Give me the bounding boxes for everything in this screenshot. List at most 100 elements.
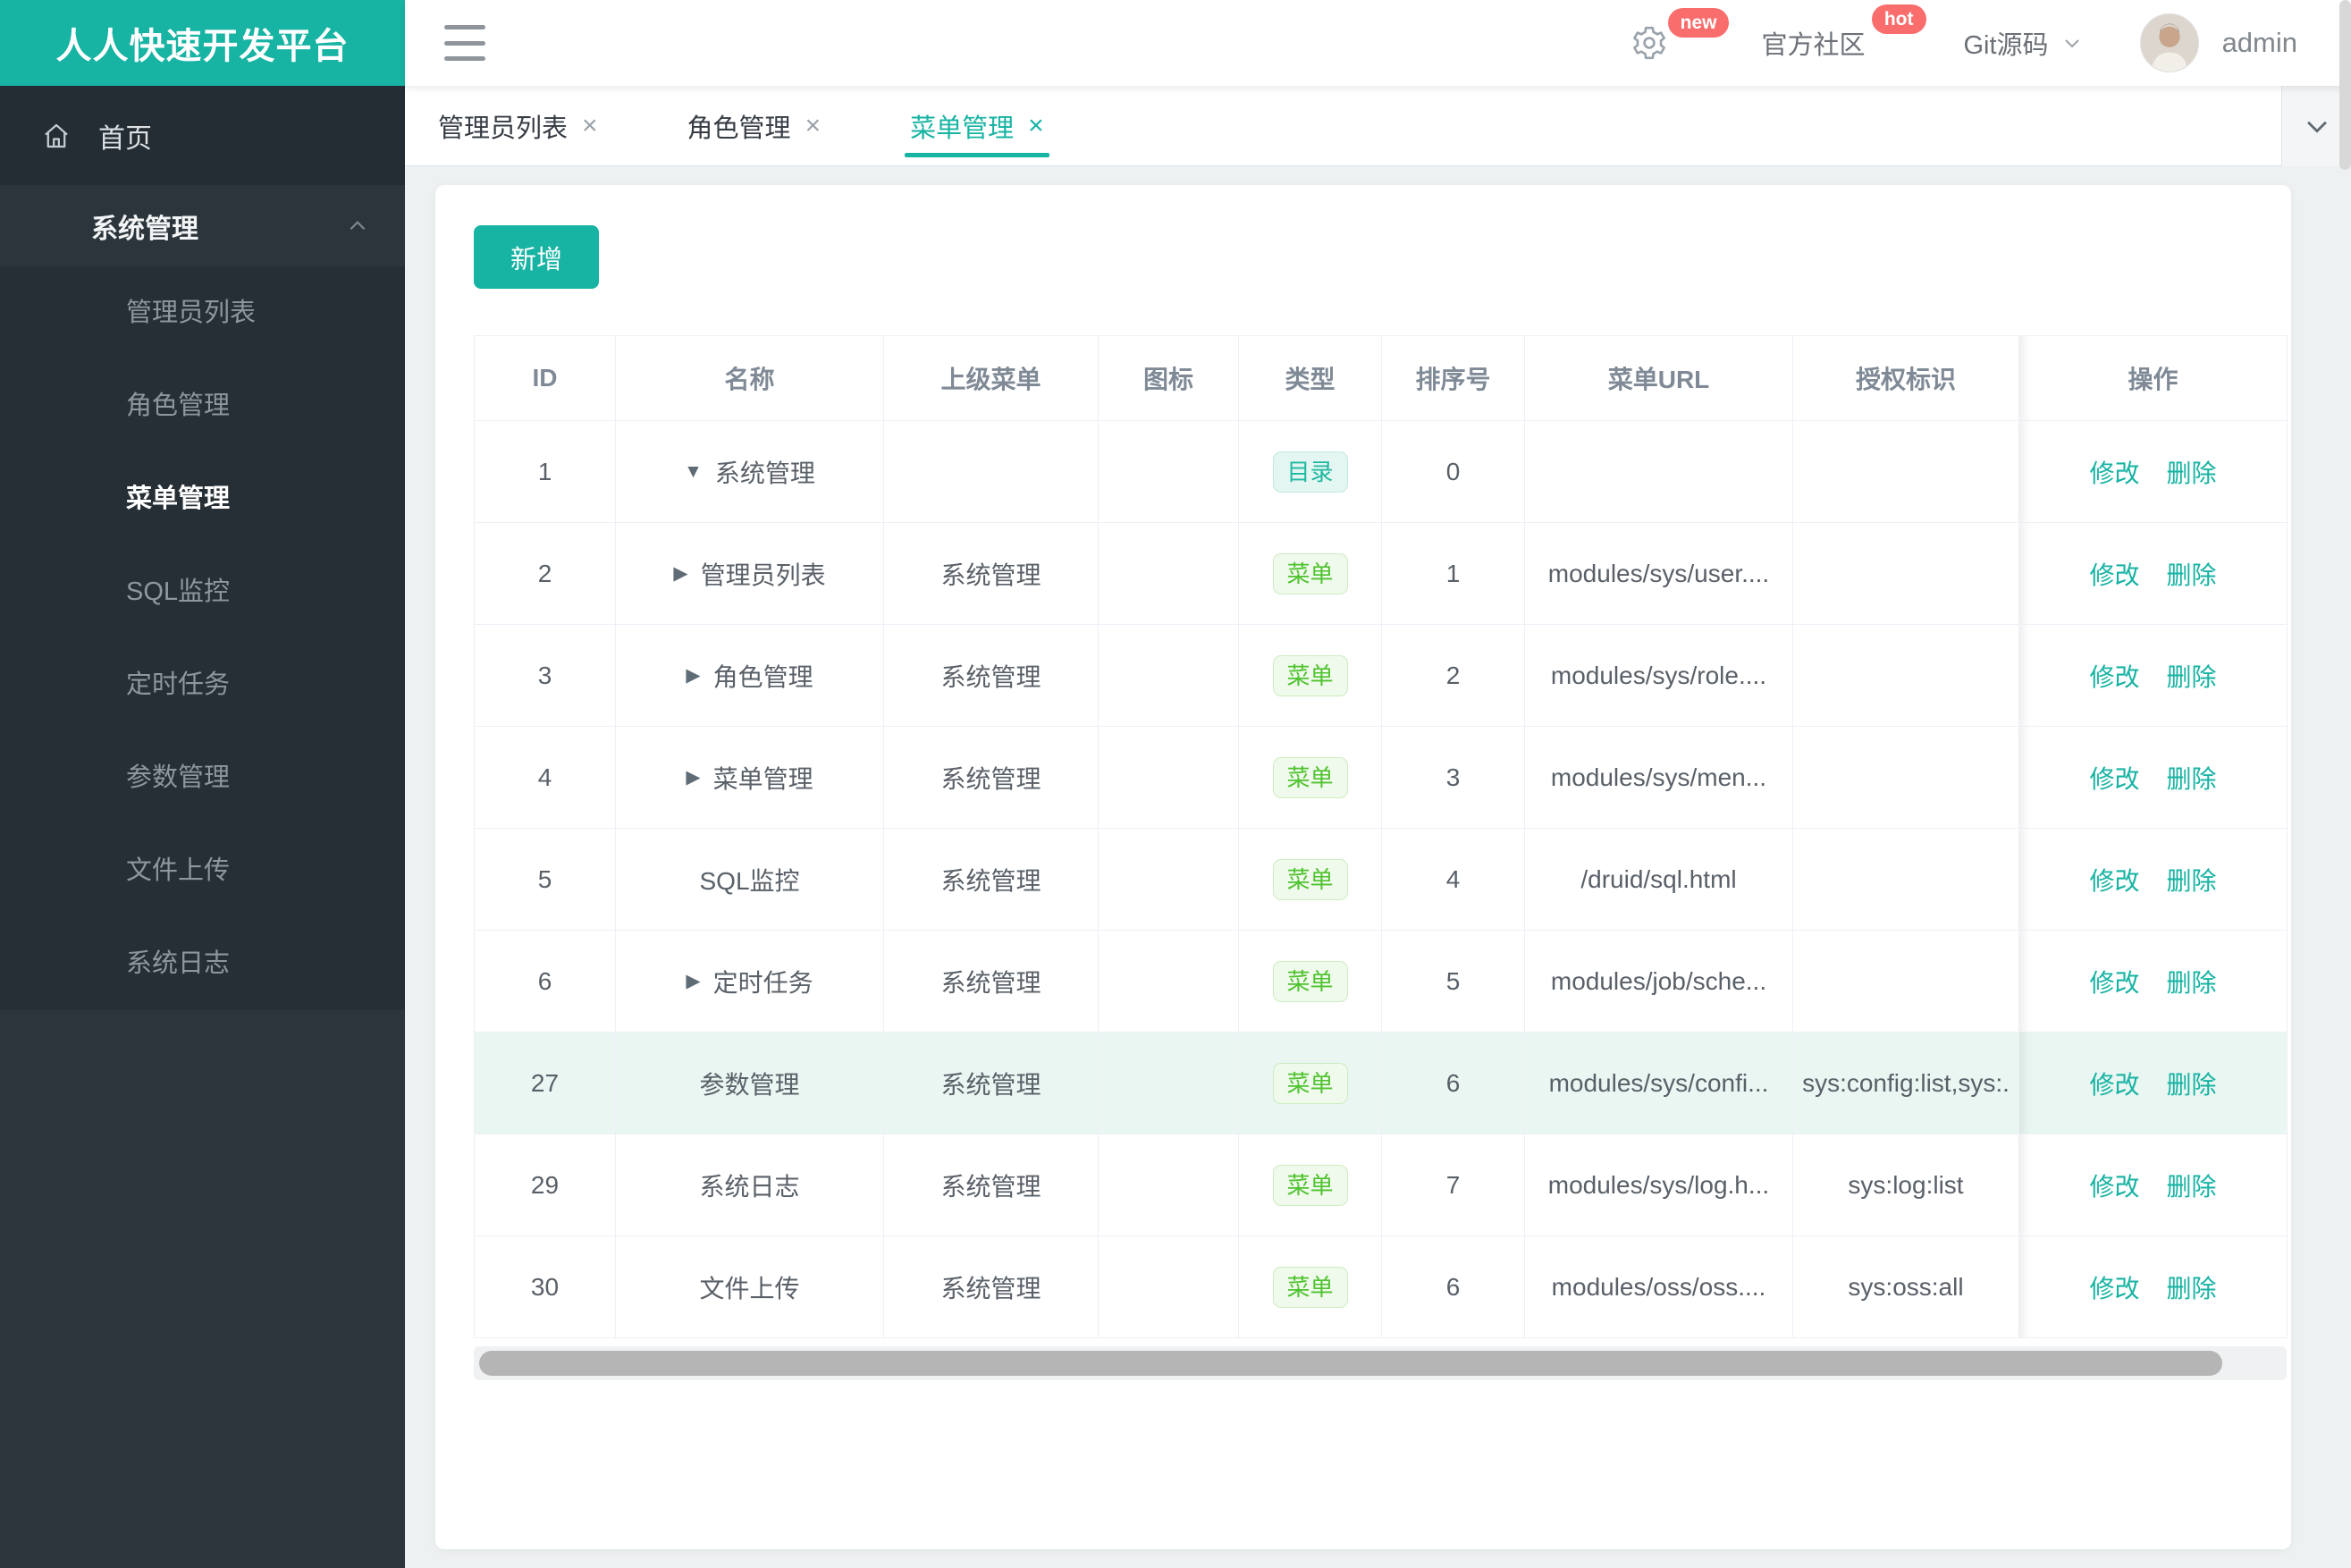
edit-link[interactable]: 修改 [2089,969,2139,997]
sidebar-item-sql-monitor[interactable]: SQL监控 [0,545,405,638]
cell-name: SQL监控 [615,828,884,931]
horizontal-scrollbar-thumb[interactable] [479,1351,2222,1376]
community-link[interactable]: 官方社区 hot [1761,4,1926,62]
cell-parent-menu: 系统管理 [883,1134,1099,1236]
tab-close-icon[interactable]: × [805,111,822,141]
cell-url [1524,420,1793,523]
sidebar-group-system[interactable]: 系统管理 [0,185,405,266]
cell-sort: 5 [1381,930,1525,1033]
cell-parent-menu: 系统管理 [883,1235,1099,1338]
cell-url: modules/oss/oss.... [1524,1235,1793,1338]
settings-button[interactable]: new [1631,8,1730,62]
cell-actions: 修改 删除 [2018,930,2288,1033]
column-header: 授权标识 [1792,335,2019,421]
menu-name: 系统日志 [699,1172,800,1201]
cell-parent-menu: 系统管理 [883,828,1099,931]
header-right: new 官方社区 hot Git源码 admin [1631,4,2297,72]
cell-icon [1098,1235,1239,1338]
header: new 官方社区 hot Git源码 admin [405,0,2351,86]
cell-type: 菜单 [1238,1134,1382,1236]
tab-label: 角色管理 [687,114,791,143]
tab-close-icon[interactable]: × [582,111,598,141]
cell-sort: 6 [1381,1032,1525,1134]
add-button[interactable]: 新增 [474,225,599,289]
table-row: 29 系统日志 系统管理 菜单 7 modules/sys/log.h... sys:log… [474,1134,2288,1236]
cell-sort: 4 [1381,828,1525,931]
top-bar: 人人快速开发平台 new 官方社区 hot Git源码 admin [0,0,2351,86]
cell-icon [1098,624,1239,727]
cell-actions: 修改 删除 [2018,624,2288,727]
sidebar-submenu: 管理员列表 角色管理 菜单管理 SQL监控 定时任务 参数管理 文件上传 系统日志 [0,266,405,1010]
type-badge: 菜单 [1272,552,1348,594]
type-badge: 菜单 [1272,1164,1348,1206]
edit-link[interactable]: 修改 [2089,663,2139,691]
edit-link[interactable]: 修改 [2089,459,2139,487]
cell-icon [1098,522,1239,625]
cell-url: modules/job/sche... [1524,930,1793,1033]
expand-arrow-icon[interactable]: ▶ [686,970,700,992]
sidebar-toggle-button[interactable] [444,25,485,61]
edit-link[interactable]: 修改 [2089,765,2139,793]
cell-actions: 修改 删除 [2018,1235,2288,1338]
edit-link[interactable]: 修改 [2089,1173,2139,1201]
delete-link[interactable]: 删除 [2167,1173,2217,1201]
tab-menu-mgmt[interactable]: 菜单管理 × [901,86,1053,165]
user-name: admin [2221,27,2297,58]
sidebar-item-system-log[interactable]: 系统日志 [0,917,405,1010]
cell-perms: sys:log:list [1792,1134,2019,1236]
cell-perms [1792,420,2019,523]
cell-name: ▶ 角色管理 [615,624,884,727]
expand-arrow-icon[interactable]: ▶ [673,562,687,585]
tab-role-mgmt[interactable]: 角色管理 × [678,86,830,165]
browser-scrollbar-thumb[interactable] [2339,0,2351,170]
delete-link[interactable]: 删除 [2167,663,2217,691]
tab-admin-list[interactable]: 管理员列表 × [429,86,607,165]
table-row: 1 ▼ 系统管理 目录 0 修改 删除 [474,420,2288,523]
git-source-link[interactable]: Git源码 [1964,24,2083,62]
hot-badge: hot [1871,4,1926,35]
cell-actions: 修改 删除 [2018,828,2288,931]
cell-parent-menu: 系统管理 [883,930,1099,1033]
user-menu[interactable]: admin [2139,13,2297,72]
sidebar-item-file-upload[interactable]: 文件上传 [0,824,405,917]
sidebar-item-menu-mgmt[interactable]: 菜单管理 [0,452,405,545]
table-row: 30 文件上传 系统管理 菜单 6 modules/oss/oss.... sys:oss:… [474,1235,2288,1338]
column-header: ID [474,335,616,421]
cell-type: 菜单 [1238,930,1382,1033]
tab-close-icon[interactable]: × [1028,111,1044,141]
delete-link[interactable]: 删除 [2167,1275,2217,1302]
delete-link[interactable]: 删除 [2167,459,2217,487]
cell-name: ▶ 菜单管理 [615,726,884,829]
cell-sort: 6 [1381,1235,1525,1338]
sidebar-item-param-mgmt[interactable]: 参数管理 [0,731,405,824]
sidebar-item-role-mgmt[interactable]: 角色管理 [0,359,405,452]
delete-link[interactable]: 删除 [2167,561,2217,589]
expand-arrow-icon[interactable]: ▶ [686,664,700,687]
delete-link[interactable]: 删除 [2167,1071,2217,1099]
delete-link[interactable]: 删除 [2167,765,2217,793]
sidebar-group-label: 系统管理 [91,214,198,244]
delete-link[interactable]: 删除 [2167,867,2217,895]
content-area: 新增 ID 名称 上级菜单 图标 类型 排序号 菜单URL 授权标识 操作 1 ▼ 系统管理 目录 0 修… [405,166,2351,1568]
cell-type: 菜单 [1238,726,1382,829]
delete-link[interactable]: 删除 [2167,969,2217,997]
sidebar-item-admin-list[interactable]: 管理员列表 [0,266,405,359]
edit-link[interactable]: 修改 [2089,561,2139,589]
column-header: 上级菜单 [883,335,1099,421]
sidebar-item-home[interactable]: 首页 [0,86,405,185]
cell-url: /druid/sql.html [1524,828,1793,931]
collapse-arrow-icon[interactable]: ▼ [684,461,703,483]
table-row: 4 ▶ 菜单管理 系统管理 菜单 3 modules/sys/men... 修改 删除 [474,726,2288,829]
cell-name: 参数管理 [615,1032,884,1134]
cell-actions: 修改 删除 [2018,420,2288,523]
avatar [2139,13,2199,72]
cell-url: modules/sys/log.h... [1524,1134,1793,1236]
edit-link[interactable]: 修改 [2089,1275,2139,1302]
expand-arrow-icon[interactable]: ▶ [686,766,700,788]
cell-icon [1098,420,1239,523]
column-header: 排序号 [1381,335,1525,421]
sidebar-item-scheduled-tasks[interactable]: 定时任务 [0,638,405,731]
edit-link[interactable]: 修改 [2089,1071,2139,1099]
cell-id: 2 [474,522,616,625]
edit-link[interactable]: 修改 [2089,867,2139,895]
